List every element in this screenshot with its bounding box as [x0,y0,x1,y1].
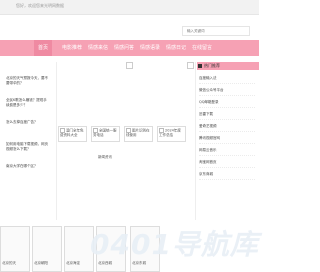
footer-card[interactable]: 北京的天 [0,226,30,272]
list-item[interactable]: 北京的天气预报今天，要不要带伞的？ [6,76,50,86]
footer-card[interactable]: 北京朝阳 [32,226,62,272]
nav-item-diary[interactable]: 情感日记 [166,44,186,51]
footer-card-label: 北京朝阳 [34,261,48,265]
sidebar-item[interactable]: 京东商城 [199,172,255,180]
topbar: 您好，欢迎您来光明网数据 [0,0,259,15]
list-item[interactable]: 南京大学在哪个区？ [6,164,50,169]
main-nav: 首页 电影推荐 情感来信 情感问答 情感语录 情感日记 在线留言 [0,40,259,56]
watermark-logo: 0401导航库 [90,228,259,261]
square-icon [198,64,202,68]
header [0,14,259,40]
content-card[interactable]: 澳门全年免费资料大全 [58,126,87,142]
footer-card-label: 北京的天 [2,261,16,265]
sidebar-item[interactable]: 腾讯视频官网 [199,136,255,144]
sidebar-item[interactable]: QQ邮箱登录 [199,100,255,108]
sidebar-header: 热门推荐 [197,62,259,70]
footer-card-label: 北京西城 [98,261,112,265]
nav-item-messages[interactable]: 在线留言 [192,44,212,51]
list-item[interactable]: 如何用电脑下载视频，网页视频怎么下载？ [6,142,50,152]
footer-card-label: 北京海淀 [66,261,80,265]
sub-card-label[interactable]: 新闻资讯 [98,155,112,160]
list-item[interactable]: 全民K歌怎么赚钱？提现手续费是多少？ [6,98,50,108]
nav-item-letters[interactable]: 情感来信 [88,44,108,51]
nav-item-home[interactable]: 首页 [34,40,53,56]
search-input[interactable] [182,26,250,36]
sidebar-item[interactable]: 网易云音乐 [199,148,255,156]
sidebar-item[interactable]: 百度输入法 [199,76,255,84]
sidebar-item[interactable]: 淘宝网首页 [199,160,255,168]
sidebar-item[interactable]: 爱奇艺视频 [199,124,255,132]
content-card[interactable]: 全国统一服务电话 [91,126,120,142]
list-item[interactable]: 怎么去掉百度广告？ [6,120,50,125]
image-placeholder [187,62,194,69]
nav-item-qa[interactable]: 情感问答 [114,44,134,51]
sidebar-item[interactable]: 迅雷下载 [199,112,255,120]
sidebar-item[interactable]: 微信公众号平台 [199,88,255,96]
footer-card-label: 北京东城 [132,261,146,265]
welcome-text: 您好，欢迎您来光明网数据 [16,3,64,8]
content-card[interactable]: 2024年度工作总结 [157,126,186,142]
nav-item-movies[interactable]: 电影推荐 [62,44,82,51]
image-placeholder [126,62,133,69]
nav-item-quotes[interactable]: 情感语录 [140,44,160,51]
content-card[interactable]: 图片识别在线使用 [124,126,153,142]
sidebar-title: 热门推荐 [204,63,220,68]
